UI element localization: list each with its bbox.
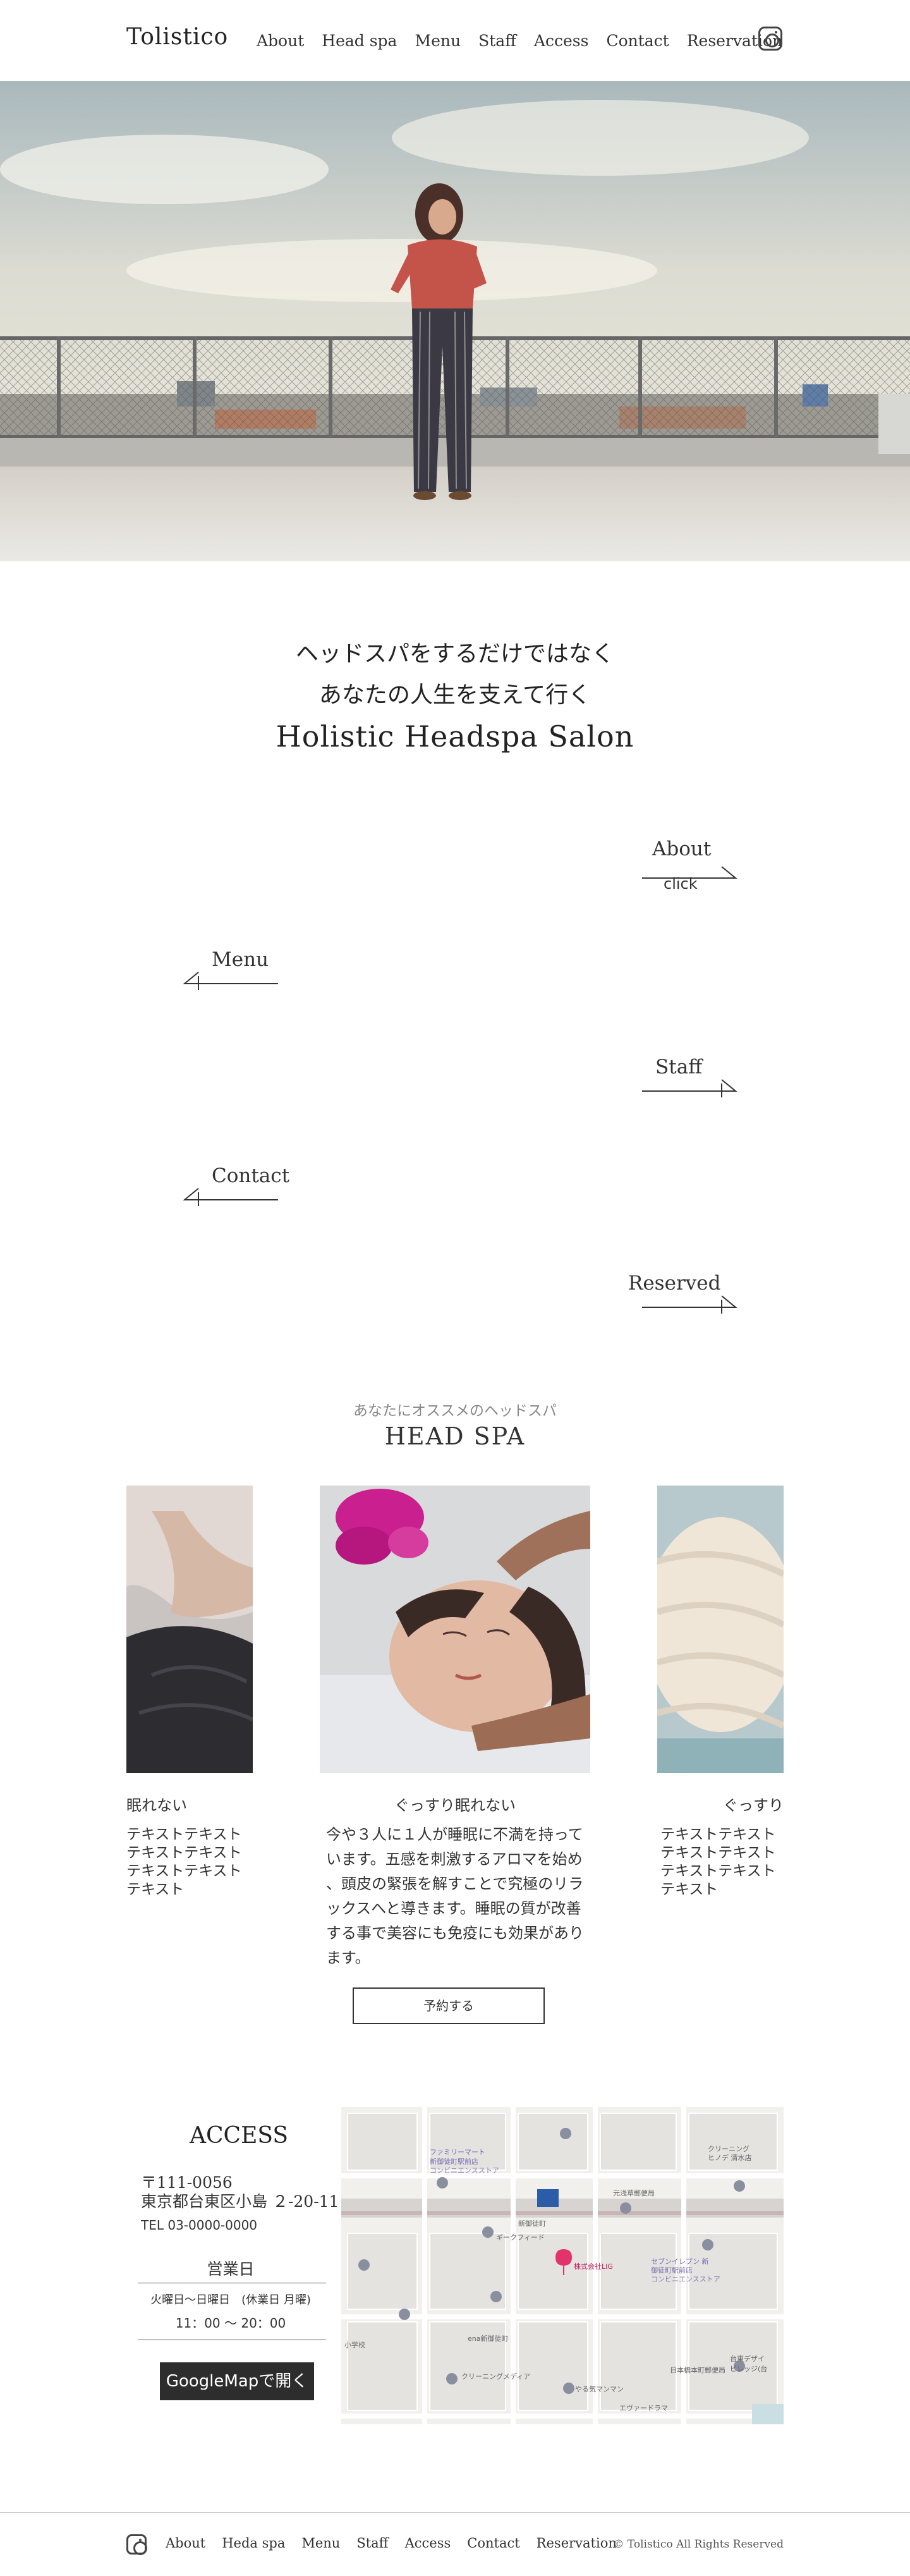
nav-contact[interactable]: Contact: [606, 32, 669, 50]
svg-text:クリーニング: クリーニング: [708, 2144, 749, 2153]
contact-label: Contact: [212, 1164, 290, 1187]
right-arrow-icon: [642, 1295, 737, 1314]
access-title: ACCESS: [190, 2123, 289, 2149]
map-graphic: ファミリーマート 新御徒町駅前店 コンビニエンスストア クリーニング ヒノデ 清…: [341, 2107, 784, 2424]
footer-nav-reservation[interactable]: Reservation: [537, 2536, 617, 2551]
headspa-subtitle: あなたにオススメのヘッドスパ: [353, 1403, 557, 1419]
svg-text:新御徒町: 新御徒町: [518, 2219, 546, 2228]
svg-text:コンビニエンスストア: コンビニエンスストア: [430, 2166, 499, 2175]
access-map[interactable]: ファミリーマート 新御徒町駅前店 コンビニエンスストア クリーニング ヒノデ 清…: [341, 2107, 784, 2424]
copyright: © Tolistico All Rights Reserved: [613, 2538, 784, 2551]
card-image-1: [126, 1486, 253, 1773]
card-image-2: [320, 1486, 590, 1773]
site-footer: About Heda spa Menu Staff Access Contact…: [0, 2512, 910, 2576]
site-header: Tolistico About Head spa Menu Staff Acce…: [0, 0, 910, 81]
sleeping-woman-photo: [126, 1486, 253, 1773]
right-arrow-icon: [642, 1079, 737, 1097]
reserved-link[interactable]: Reserved: [626, 1272, 746, 1316]
access-address: 東京都台東区小島 ２-20-11: [141, 2192, 339, 2211]
svg-text:ヒノデ 清水店: ヒノデ 清水店: [708, 2153, 752, 2162]
nav-access[interactable]: Access: [534, 32, 589, 50]
rolled-towel-photo: [657, 1486, 784, 1773]
svg-text:元浅草郵便局: 元浅草郵便局: [613, 2189, 655, 2197]
svg-text:新御徒町駅前店: 新御徒町駅前店: [430, 2157, 478, 2166]
reserve-button[interactable]: 予約する: [353, 1987, 545, 2024]
svg-text:やる気マンマン: やる気マンマン: [575, 2384, 624, 2393]
footer-nav-contact[interactable]: Contact: [467, 2536, 519, 2551]
staff-link[interactable]: Staff: [638, 1056, 746, 1100]
instagram-icon[interactable]: [126, 2534, 147, 2555]
footer-nav: About Heda spa Menu Staff Access Contact…: [166, 2536, 617, 2551]
about-label: About: [652, 838, 712, 860]
svg-text:コンビニエンスストア: コンビニエンスストア: [651, 2275, 720, 2283]
headspa-title: HEAD SPA: [384, 1422, 526, 1450]
svg-text:台東デザイ: 台東デザイ: [730, 2354, 765, 2363]
main-nav: About Head spa Menu Staff Access Contact…: [257, 29, 782, 52]
nav-about[interactable]: About: [257, 32, 304, 50]
footer-nav-menu[interactable]: Menu: [301, 2536, 340, 2551]
svg-text:御徒町駅前店: 御徒町駅前店: [651, 2266, 693, 2274]
svg-text:株式会社LIG: 株式会社LIG: [574, 2262, 613, 2271]
svg-text:セブンイレブン 新: セブンイレブン 新: [651, 2257, 709, 2266]
svg-text:クリーニングメディア: クリーニングメディア: [461, 2372, 530, 2381]
catch-line-3: Holistic Headspa Salon: [276, 719, 634, 754]
google-map-button[interactable]: GoogleMapで開く: [160, 2362, 314, 2400]
business-days: 火曜日〜日曜日 (休業日 月曜): [150, 2293, 311, 2307]
svg-text:ena新御徒町: ena新御徒町: [468, 2334, 508, 2343]
access-tel: TEL 03-0000-0000: [141, 2218, 258, 2233]
hours-title: 営業日: [207, 2260, 255, 2278]
site-logo[interactable]: Tolistico: [126, 24, 228, 50]
business-hours: 11：00 〜 20：00: [175, 2316, 286, 2331]
card-image-3: [657, 1486, 784, 1773]
rooftop-photo: [0, 81, 910, 561]
menu-label: Menu: [212, 948, 269, 971]
nav-menu[interactable]: Menu: [415, 32, 461, 50]
card-title-1: 眠れない: [126, 1797, 187, 1814]
left-arrow-icon: [183, 972, 278, 990]
nav-head-spa[interactable]: Head spa: [322, 32, 397, 50]
svg-text:ビレッジ(台: ビレッジ(台: [730, 2364, 767, 2373]
card-text-3: テキストテキスト テキストテキスト テキストテキスト テキスト: [660, 1826, 776, 1898]
svg-text:小学校: 小学校: [344, 2340, 365, 2349]
card-text-2: 今や３人に１人が睡眠に不満を持って います。五感を刺激するアロマを始め 、頭皮の…: [326, 1826, 584, 1967]
catch-line-2: あなたの人生を支えて行く: [318, 682, 592, 708]
about-click-label: click: [664, 875, 698, 893]
svg-text:エヴァードラマ: エヴァードラマ: [619, 2403, 668, 2412]
hero-image: [0, 81, 910, 561]
contact-link[interactable]: Contact: [183, 1164, 291, 1209]
head-massage-photo: [320, 1486, 590, 1773]
svg-text:ファミリーマート: ファミリーマート: [430, 2148, 485, 2156]
footer-nav-access[interactable]: Access: [405, 2536, 451, 2551]
reserved-label: Reserved: [628, 1272, 721, 1295]
catch-line-1: ヘッドスパをするだけではなく: [295, 641, 614, 667]
footer-nav-about[interactable]: About: [166, 2536, 205, 2551]
card-text-1: テキストテキスト テキストテキスト テキストテキスト テキスト: [126, 1826, 242, 1898]
about-link[interactable]: About click: [638, 838, 746, 894]
footer-nav-staff[interactable]: Staff: [356, 2536, 388, 2551]
svg-text:ギークフィード: ギークフィード: [496, 2233, 545, 2242]
nav-staff[interactable]: Staff: [478, 32, 516, 50]
instagram-icon[interactable]: [758, 27, 782, 51]
card-title-3: ぐっすり: [723, 1797, 784, 1814]
svg-text:日本橋本町郵便局: 日本橋本町郵便局: [670, 2365, 725, 2374]
footer-nav-head-spa[interactable]: Heda spa: [222, 2536, 285, 2551]
left-arrow-icon: [183, 1188, 278, 1206]
menu-link[interactable]: Menu: [183, 948, 284, 992]
card-title-2: ぐっすり眠れない: [394, 1797, 516, 1814]
staff-label: Staff: [655, 1056, 703, 1078]
